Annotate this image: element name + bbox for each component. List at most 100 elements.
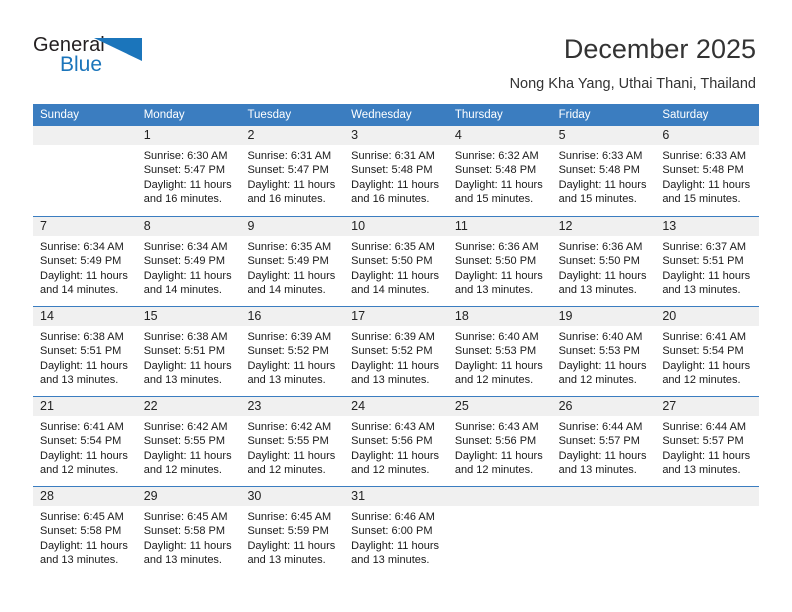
daylight-text-line2: and 15 minutes. (558, 192, 637, 205)
day-number-strip: 6 (655, 126, 760, 145)
day-number-strip: 4 (447, 126, 552, 145)
day-number: 28 (40, 489, 54, 503)
day-number-strip: 10 (344, 217, 448, 236)
day-number-strip: 23 (240, 397, 345, 416)
page-header: General Blue December 2025 Nong Kha Yang… (0, 0, 792, 104)
weekday-header-monday: Monday (143, 109, 185, 121)
daylight-text-line2: and 13 minutes. (143, 553, 222, 566)
day-number-strip: 27 (655, 397, 760, 416)
sunset-text: Sunset: 5:48 PM (558, 164, 640, 177)
day-number-strip: 13 (655, 217, 760, 236)
daylight-text-line2: and 14 minutes. (143, 283, 222, 296)
day-number-strip: 15 (136, 307, 241, 326)
day-details: Sunrise: 6:34 AM Sunset: 5:49 PM Daylight:… (33, 236, 137, 297)
calendar-day-cell[interactable]: 11 Sunrise: 6:36 AM Sunset: 5:50 PM Dayligh… (447, 217, 552, 306)
calendar-week-row: 1 Sunrise: 6:30 AM Sunset: 5:47 PM Daylight… (33, 126, 760, 216)
calendar-day-cell[interactable]: 4 Sunrise: 6:32 AM Sunset: 5:48 PM Daylight… (447, 126, 552, 216)
calendar-day-cell[interactable]: 27 Sunrise: 6:44 AM Sunset: 5:57 PM Dayligh… (655, 397, 760, 486)
sunset-text: Sunset: 5:52 PM (247, 345, 329, 358)
daylight-text-line2: and 12 minutes. (662, 373, 741, 386)
calendar-day-cell[interactable]: 13 Sunrise: 6:37 AM Sunset: 5:51 PM Dayligh… (655, 217, 760, 306)
daylight-text-line1: Daylight: 11 hours (454, 359, 543, 372)
daylight-text-line1: Daylight: 11 hours (558, 178, 647, 191)
day-number-strip: 2 (240, 126, 345, 145)
day-details: Sunrise: 6:45 AM Sunset: 5:58 PM Daylight:… (33, 506, 137, 567)
calendar-day-cell[interactable]: 23 Sunrise: 6:42 AM Sunset: 5:55 PM Dayligh… (240, 397, 345, 486)
sunset-text: Sunset: 5:50 PM (558, 255, 640, 268)
day-number: 18 (454, 309, 469, 323)
calendar-day-cell[interactable]: 26 Sunrise: 6:44 AM Sunset: 5:57 PM Dayligh… (551, 397, 656, 486)
calendar-day-cell[interactable]: 15 Sunrise: 6:38 AM Sunset: 5:51 PM Dayligh… (136, 307, 241, 396)
calendar-day-cell[interactable]: 25 Sunrise: 6:43 AM Sunset: 5:56 PM Dayligh… (447, 397, 552, 486)
calendar-day-cell[interactable]: 1 Sunrise: 6:30 AM Sunset: 5:47 PM Daylight… (136, 126, 241, 216)
daylight-text-line1: Daylight: 11 hours (247, 449, 336, 462)
day-number: 5 (558, 128, 566, 142)
sunset-text: Sunset: 5:51 PM (662, 255, 744, 268)
day-number-strip: 19 (551, 307, 656, 326)
calendar-day-cell[interactable]: 16 Sunrise: 6:39 AM Sunset: 5:52 PM Dayligh… (240, 307, 345, 396)
general-blue-logo: General Blue (33, 34, 163, 82)
calendar-day-cell[interactable]: 17 Sunrise: 6:39 AM Sunset: 5:52 PM Dayligh… (344, 307, 448, 396)
calendar-day-cell[interactable]: 12 Sunrise: 6:36 AM Sunset: 5:50 PM Dayligh… (551, 217, 656, 306)
calendar-day-cell[interactable]: 24 Sunrise: 6:43 AM Sunset: 5:56 PM Dayligh… (344, 397, 448, 486)
calendar-day-cell[interactable]: 14 Sunrise: 6:38 AM Sunset: 5:51 PM Dayligh… (33, 307, 137, 396)
weekday-header-sunday: Sunday (40, 109, 80, 121)
sunset-text: Sunset: 5:54 PM (40, 435, 122, 448)
day-number: 11 (454, 219, 468, 233)
day-details: Sunrise: 6:36 AM Sunset: 5:50 PM Daylight:… (448, 236, 552, 297)
day-details: Sunrise: 6:43 AM Sunset: 5:56 PM Daylight:… (448, 416, 552, 477)
calendar-day-cell[interactable]: 10 Sunrise: 6:35 AM Sunset: 5:50 PM Dayligh… (344, 217, 448, 306)
calendar-day-cell[interactable]: 18 Sunrise: 6:40 AM Sunset: 5:53 PM Dayligh… (447, 307, 552, 396)
calendar-day-cell[interactable]: 9 Sunrise: 6:35 AM Sunset: 5:49 PM Daylight… (240, 217, 345, 306)
day-details: Sunrise: 6:32 AM Sunset: 5:48 PM Daylight:… (448, 145, 552, 206)
calendar-day-cell[interactable]: 22 Sunrise: 6:42 AM Sunset: 5:55 PM Dayligh… (136, 397, 241, 486)
calendar-day-cell[interactable]: 19 Sunrise: 6:40 AM Sunset: 5:53 PM Dayligh… (551, 307, 656, 396)
day-number-strip: 12 (551, 217, 656, 236)
daylight-text-line1: Daylight: 11 hours (143, 269, 232, 282)
calendar-day-cell[interactable]: 3 Sunrise: 6:31 AM Sunset: 5:48 PM Daylight… (344, 126, 448, 216)
calendar-day-cell[interactable]: 20 Sunrise: 6:41 AM Sunset: 5:54 PM Dayligh… (655, 307, 760, 396)
calendar-day-cell[interactable]: 30 Sunrise: 6:45 AM Sunset: 5:59 PM Dayligh… (240, 487, 345, 576)
calendar-day-cell[interactable]: 28 Sunrise: 6:45 AM Sunset: 5:58 PM Dayligh… (33, 487, 137, 576)
day-details: Sunrise: 6:41 AM Sunset: 5:54 PM Daylight:… (33, 416, 137, 477)
sunrise-text: Sunrise: 6:38 AM (40, 331, 124, 343)
calendar-day-cell[interactable]: 29 Sunrise: 6:45 AM Sunset: 5:58 PM Dayligh… (136, 487, 241, 576)
daylight-text-line1: Daylight: 11 hours (558, 449, 647, 462)
calendar-day-cell[interactable]: 21 Sunrise: 6:41 AM Sunset: 5:54 PM Dayligh… (33, 397, 137, 486)
daylight-text-line1: Daylight: 11 hours (351, 178, 440, 191)
calendar-day-cell[interactable]: 5 Sunrise: 6:33 AM Sunset: 5:48 PM Daylight… (551, 126, 656, 216)
sunset-text: Sunset: 5:58 PM (143, 525, 226, 538)
weekday-header-friday: Friday (558, 109, 591, 121)
daylight-text-line2: and 12 minutes. (558, 373, 637, 386)
sunrise-text: Sunrise: 6:33 AM (558, 150, 643, 162)
day-number: 7 (40, 219, 47, 233)
day-number-strip: 20 (655, 307, 760, 326)
sunrise-text: Sunrise: 6:42 AM (143, 421, 228, 433)
calendar-day-cell[interactable]: 8 Sunrise: 6:34 AM Sunset: 5:49 PM Daylight… (136, 217, 241, 306)
day-number-strip: 7 (33, 217, 137, 236)
daylight-text-line1: Daylight: 11 hours (351, 269, 440, 282)
day-number: 8 (143, 219, 151, 233)
day-number-strip (447, 487, 552, 506)
calendar-weeks: 1 Sunrise: 6:30 AM Sunset: 5:47 PM Daylight… (33, 126, 760, 576)
calendar-day-cell[interactable]: 2 Sunrise: 6:31 AM Sunset: 5:47 PM Daylight… (240, 126, 345, 216)
sunrise-text: Sunrise: 6:30 AM (143, 150, 228, 162)
daylight-text-line1: Daylight: 11 hours (247, 359, 336, 372)
day-number: 4 (454, 128, 462, 142)
day-number-strip: 14 (33, 307, 137, 326)
sunset-text: Sunset: 5:50 PM (351, 255, 433, 268)
calendar-day-cell[interactable]: 7 Sunrise: 6:34 AM Sunset: 5:49 PM Daylight… (33, 217, 137, 306)
day-number-strip: 5 (551, 126, 656, 145)
sunrise-text: Sunrise: 6:34 AM (40, 241, 124, 253)
daylight-text-line1: Daylight: 11 hours (662, 269, 751, 282)
day-number-strip: 24 (344, 397, 448, 416)
sunset-text: Sunset: 5:48 PM (351, 164, 433, 177)
sunset-text: Sunset: 5:54 PM (662, 345, 744, 358)
calendar-day-cell[interactable]: 6 Sunrise: 6:33 AM Sunset: 5:48 PM Daylight… (655, 126, 760, 216)
daylight-text-line2: and 15 minutes. (454, 192, 534, 205)
calendar-day-cell[interactable]: 31 Sunrise: 6:46 AM Sunset: 6:00 PM Dayligh… (344, 487, 448, 576)
daylight-text-line2: and 14 minutes. (40, 283, 119, 296)
day-number: 15 (143, 309, 158, 323)
calendar-week-row: 28 Sunrise: 6:45 AM Sunset: 5:58 PM Dayligh… (33, 486, 760, 576)
daylight-text-line1: Daylight: 11 hours (351, 539, 440, 552)
